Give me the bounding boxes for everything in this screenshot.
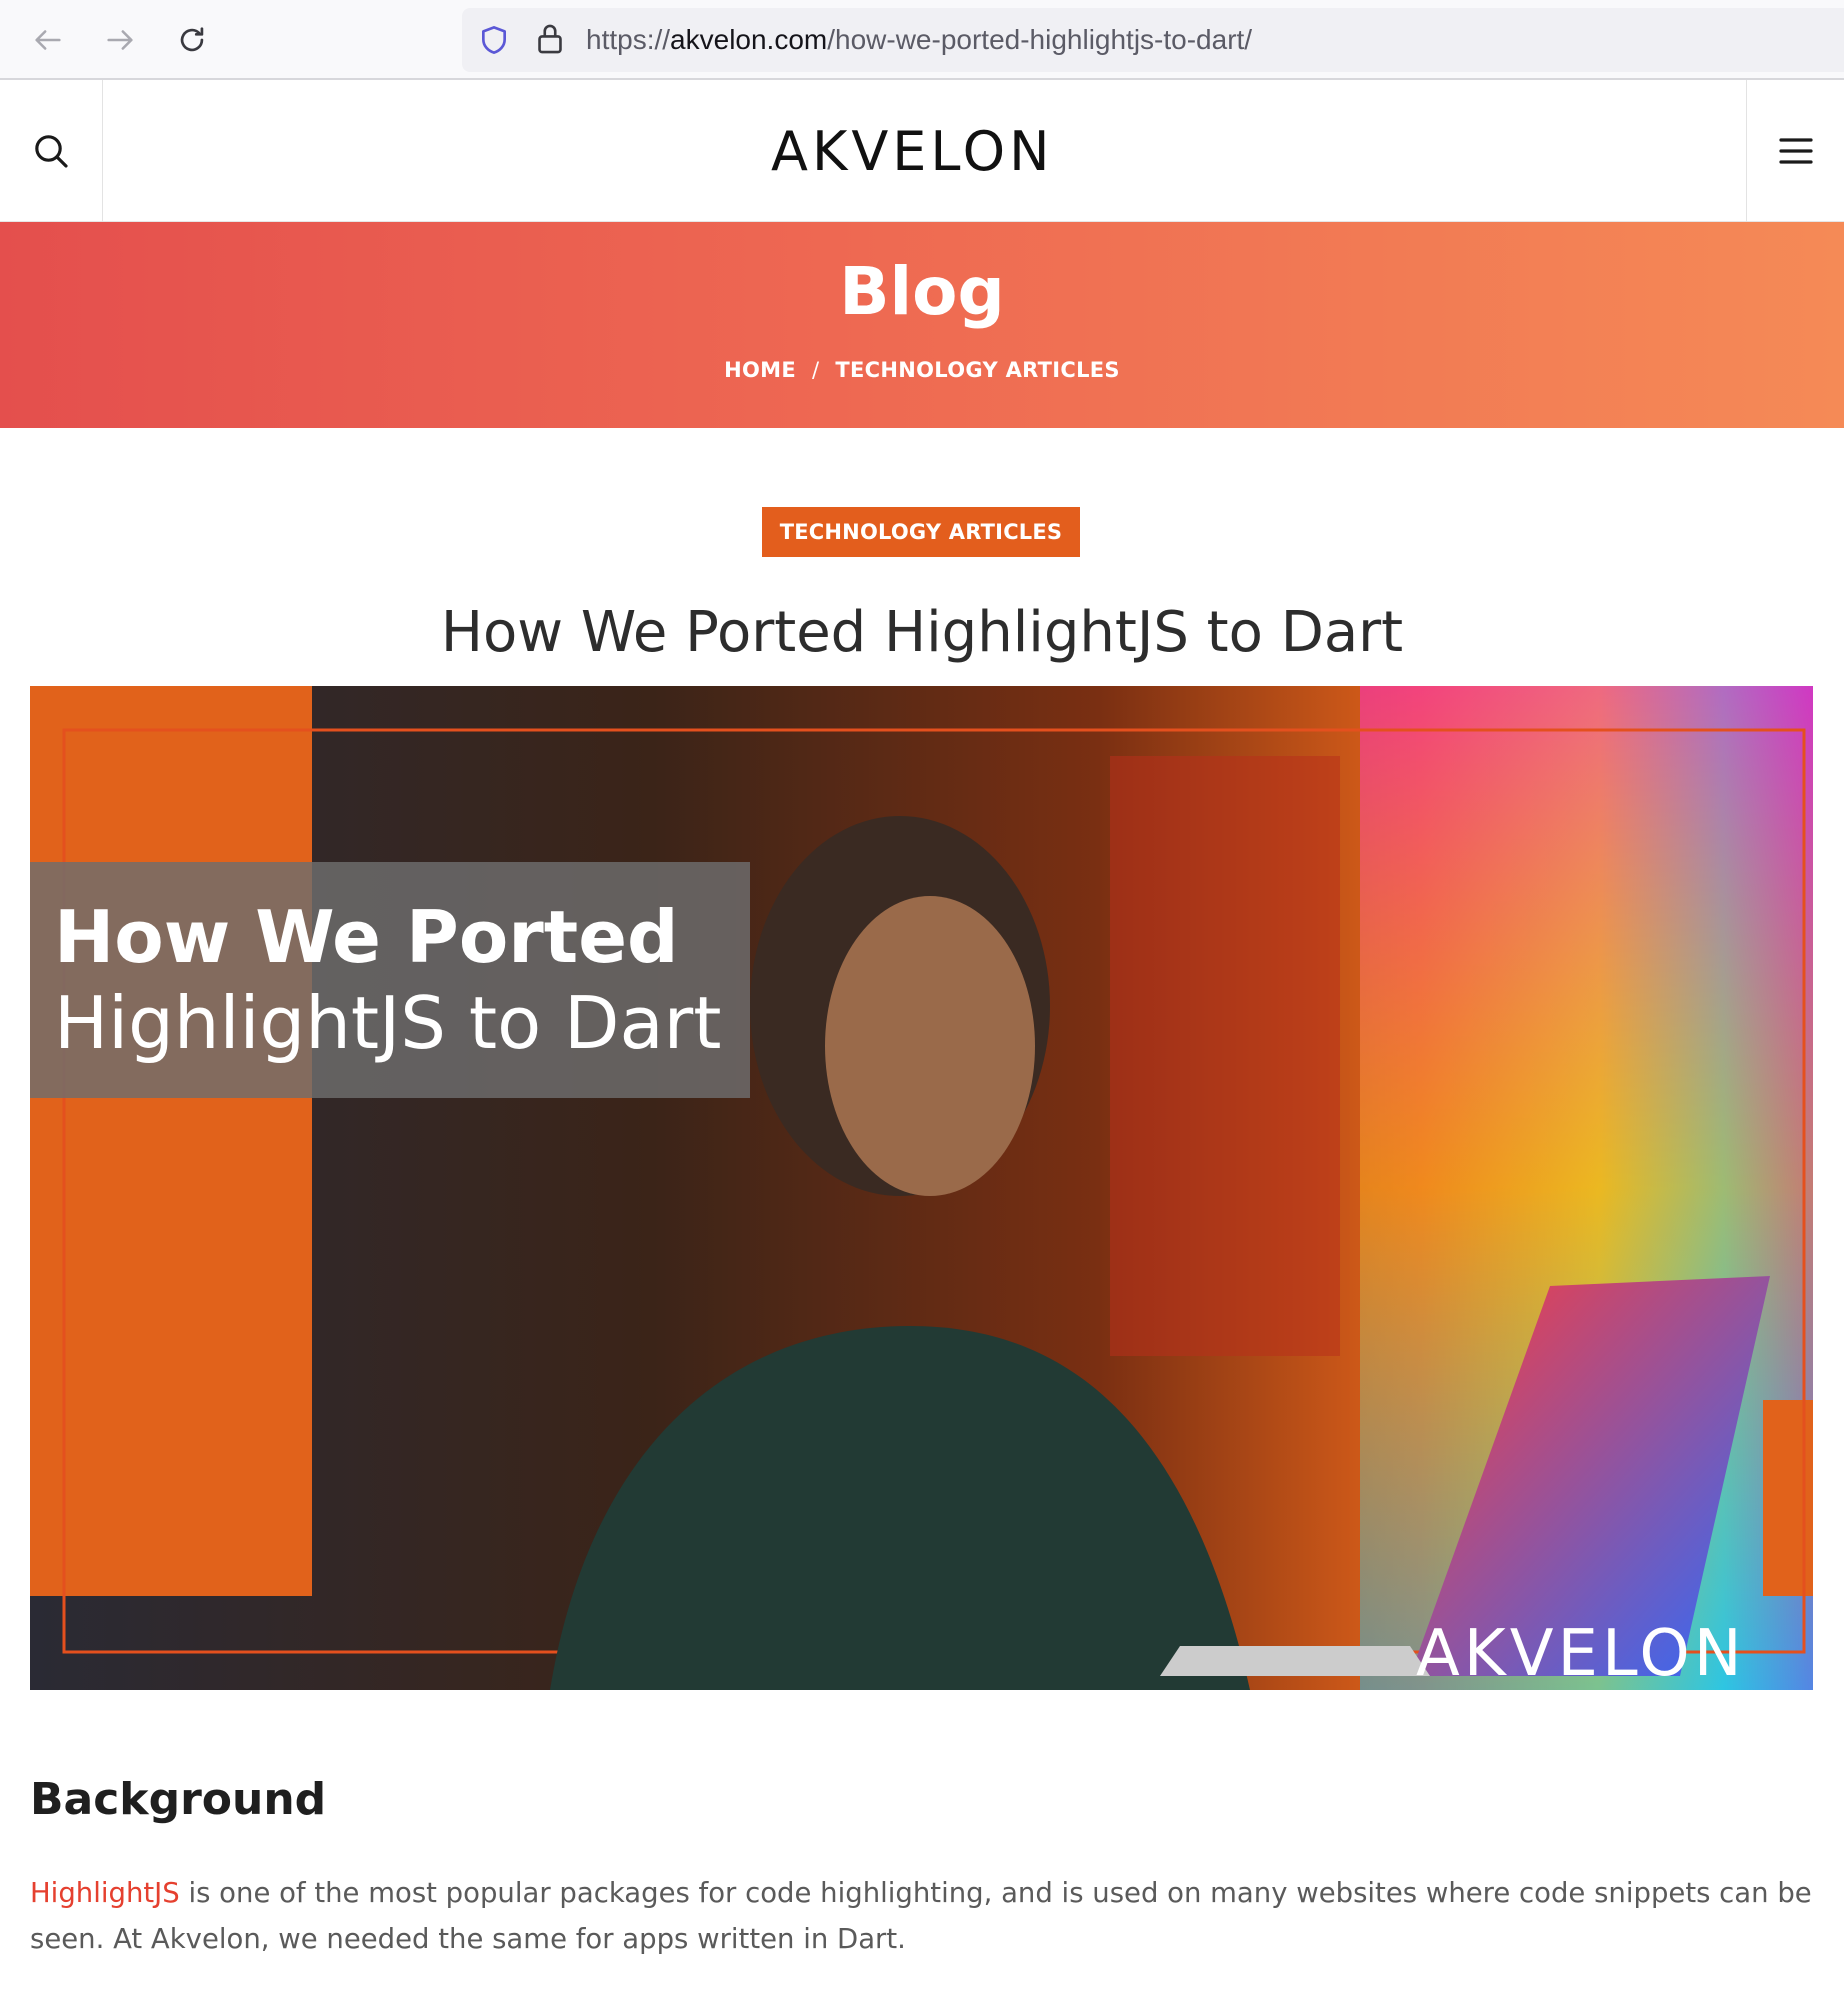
- menu-button[interactable]: [1746, 80, 1844, 222]
- breadcrumb-home[interactable]: HOME: [724, 358, 796, 382]
- blog-hero: Blog HOME / TECHNOLOGY ARTICLES: [0, 222, 1844, 428]
- address-bar[interactable]: https://akvelon.com/how-we-ported-highli…: [462, 8, 1844, 72]
- breadcrumb-separator: /: [812, 358, 820, 382]
- browser-toolbar: https://akvelon.com/how-we-ported-highli…: [0, 0, 1844, 80]
- article-paragraph: HighlightJS is one of the most popular p…: [30, 1877, 1812, 1955]
- featured-image: How We Ported HighlightJS to Dart AKVELO…: [30, 686, 1813, 1690]
- url-text[interactable]: https://akvelon.com/how-we-ported-highli…: [586, 22, 1252, 58]
- breadcrumb: HOME / TECHNOLOGY ARTICLES: [0, 358, 1844, 382]
- image-caption: How We Ported HighlightJS to Dart: [54, 895, 722, 1065]
- search-icon: [35, 135, 68, 168]
- breadcrumb-current[interactable]: TECHNOLOGY ARTICLES: [835, 358, 1119, 382]
- article-title: How We Ported HighlightJS to Dart: [440, 600, 1404, 665]
- lock-icon[interactable]: [534, 22, 566, 56]
- reload-icon: [180, 27, 204, 52]
- hamburger-menu-icon: [1778, 138, 1813, 164]
- category-badge[interactable]: TECHNOLOGY ARTICLES: [762, 507, 1080, 557]
- featured-illustration: [30, 686, 1813, 1690]
- url-domain: akvelon.com: [670, 24, 828, 55]
- highlightjs-link[interactable]: HighlightJS: [30, 1877, 180, 1909]
- arrow-left-icon: [35, 30, 61, 50]
- shield-icon[interactable]: [478, 24, 510, 56]
- site-header: AKVELON: [0, 80, 1844, 222]
- reload-button[interactable]: [168, 16, 216, 64]
- arrow-right-icon: [107, 30, 133, 50]
- page-title: Blog: [839, 253, 1005, 330]
- svg-text:AKVELON: AKVELON: [771, 122, 1053, 180]
- section-heading: Background: [30, 1774, 327, 1825]
- akvelon-logo[interactable]: AKVELON: [771, 122, 1073, 180]
- forward-button[interactable]: [96, 16, 144, 64]
- back-button[interactable]: [24, 16, 72, 64]
- image-logo: AKVELON: [1416, 1621, 1746, 1683]
- search-button[interactable]: [0, 80, 103, 222]
- image-caption-box: How We Ported HighlightJS to Dart: [30, 862, 750, 1098]
- svg-text:AKVELON: AKVELON: [1416, 1621, 1746, 1683]
